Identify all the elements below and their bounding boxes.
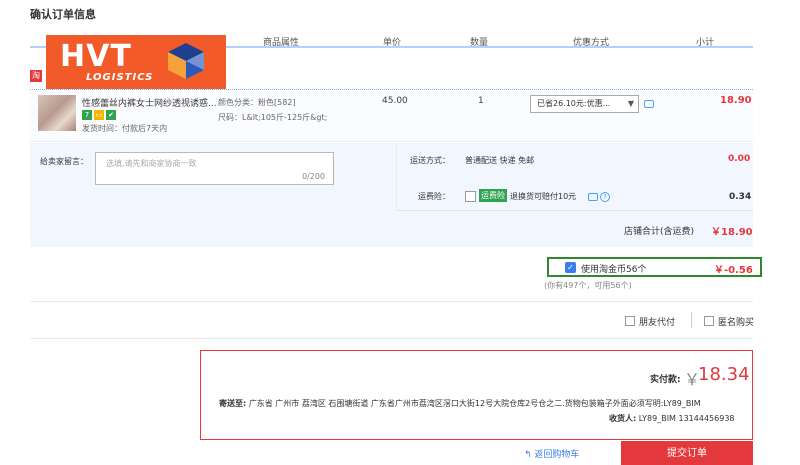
pay-label: 实付款: xyxy=(650,375,681,385)
back-to-cart-label: 返回购物车 xyxy=(534,450,580,460)
insurance-chat-icon[interactable] xyxy=(588,193,598,201)
shop-total-label: 店铺合计(含运费) xyxy=(624,227,695,237)
logo-text: HVT xyxy=(60,39,132,74)
divider xyxy=(30,301,753,302)
option-divider xyxy=(691,312,692,328)
pay-amount: 18.34 xyxy=(698,364,750,385)
seven-day-return-icon[interactable]: 7 xyxy=(82,110,92,120)
product-name-link[interactable]: 性感蕾丝内裤女士网纱透视诱惑... xyxy=(82,96,217,109)
back-arrow-icon: ↰ xyxy=(524,450,532,460)
coin-checkbox[interactable]: ✓ xyxy=(565,262,576,273)
header-quantity: 数量 xyxy=(470,38,489,48)
logo-subtext: LOGISTICS xyxy=(86,72,154,83)
address-label: 寄送至: xyxy=(219,399,247,408)
help-icon[interactable]: ? xyxy=(600,192,610,202)
attr-size: 尺码：L&lt;105斤-125斤&gt; xyxy=(218,113,328,122)
message-label: 给卖家留言： xyxy=(40,157,88,166)
promo-select-value: 已省26.10元:优惠... xyxy=(537,99,611,108)
anonymous-checkbox[interactable] xyxy=(704,316,714,326)
anonymous-label: 匿名购买 xyxy=(718,318,755,328)
insurance-checkbox[interactable] xyxy=(465,191,476,202)
insurance-badge: 运费险 xyxy=(479,189,507,202)
shipping-cost: 0.00 xyxy=(728,154,751,164)
divider xyxy=(30,338,753,339)
unit-price: 45.00 xyxy=(382,96,408,106)
attr-color: 颜色分类：粉色[582] xyxy=(218,98,296,107)
taobao-shop-badge: 淘 xyxy=(30,70,42,82)
receiver-label: 收货人: xyxy=(609,414,637,423)
item-subtotal: 18.90 xyxy=(720,95,752,106)
message-placeholder: 选填,请先和商家协商一致 xyxy=(106,159,197,168)
credit-card-icon[interactable]: ▭ xyxy=(94,110,104,120)
coin-label: 使用淘金币56个 xyxy=(581,265,647,275)
taobao-coin-box[interactable]: ✓ 使用淘金币56个 ￥-0.56 xyxy=(547,257,762,277)
friend-pay-label: 朋友代付 xyxy=(639,318,676,328)
address-line: 寄送至: 广东省 广州市 荔湾区 石围塘街道 广东省广州市荔湾区滘口大街12号大… xyxy=(219,398,701,409)
page-title: 确认订单信息 xyxy=(30,8,96,21)
insurance-text: 退换货可赔付10元 xyxy=(510,192,577,201)
seller-message-input[interactable]: 选填,请先和商家协商一致 0/200 xyxy=(95,152,334,185)
receiver-line: 收货人: LY89_BIM 13144456938 xyxy=(609,413,735,424)
guarantee-icon[interactable]: ✔ xyxy=(106,110,116,120)
product-thumbnail[interactable] xyxy=(38,95,76,131)
shipping-method: 普通配送 快递 免邮 xyxy=(465,156,535,165)
address-text: 广东省 广州市 荔湾区 石围塘街道 广东省广州市荔湾区滘口大街12号大院仓库2号… xyxy=(248,399,701,408)
chevron-down-icon: ▼ xyxy=(627,99,634,108)
receiver-text: LY89_BIM 13144456938 xyxy=(638,414,735,423)
shop-total-value: ￥18.90 xyxy=(711,227,753,238)
coin-note: (你有497个，可用56个) xyxy=(544,281,632,290)
insurance-cost: 0.34 xyxy=(729,192,752,202)
header-attributes: 商品属性 xyxy=(263,38,300,48)
ship-time: 发货时间：付款后7天内 xyxy=(82,124,168,133)
message-char-count: 0/200 xyxy=(301,172,325,181)
header-price: 单价 xyxy=(383,38,402,48)
header-promo: 优惠方式 xyxy=(573,38,610,48)
header-subtotal: 小计 xyxy=(696,38,715,48)
promo-select[interactable]: 已省26.10元:优惠... ▼ xyxy=(530,95,639,113)
friend-pay-checkbox[interactable] xyxy=(625,316,635,326)
submit-order-button[interactable]: 提交订单 xyxy=(621,441,753,465)
back-to-cart-link[interactable]: ↰ 返回购物车 xyxy=(524,447,579,460)
insurance-label: 运费险： xyxy=(418,192,450,201)
chat-icon[interactable] xyxy=(644,100,654,108)
order-summary-box xyxy=(200,350,753,440)
cube-icon xyxy=(168,43,204,79)
shipping-label: 运送方式： xyxy=(410,156,450,165)
hvt-logistics-logo: HVT LOGISTICS xyxy=(46,35,226,93)
coin-discount: ￥-0.56 xyxy=(714,265,753,276)
quantity: 1 xyxy=(478,96,484,106)
